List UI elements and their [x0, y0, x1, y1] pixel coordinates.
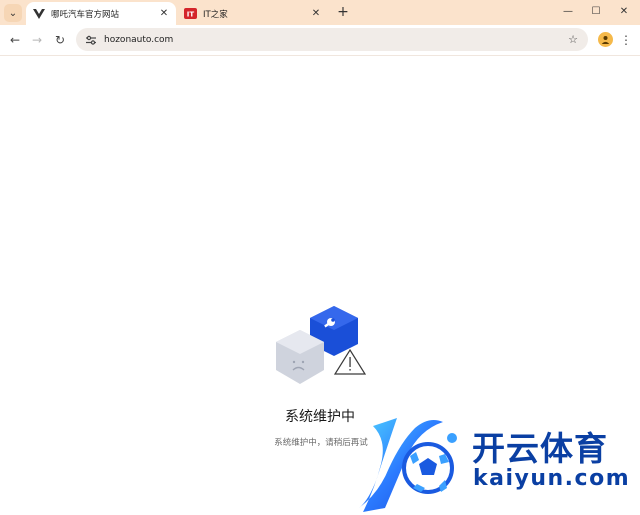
reload-icon: ↻: [54, 33, 66, 47]
minimize-button[interactable]: —: [555, 4, 581, 20]
forward-button[interactable]: →: [28, 31, 46, 49]
site-info-icon[interactable]: [84, 33, 98, 47]
maximize-button[interactable]: ☐: [583, 4, 609, 20]
browser-toolbar: ← → ↻ hozonauto.com ☆ ⋮: [0, 25, 640, 56]
ithome-badge-text: IT: [187, 11, 195, 19]
more-menu-button[interactable]: ⋮: [619, 31, 633, 49]
warning-icon: [333, 348, 367, 375]
watermark-domain-text: kaiyun.com: [473, 466, 631, 491]
arrow-left-icon: ←: [9, 33, 21, 47]
close-icon[interactable]: ✕: [158, 8, 170, 20]
watermark-chinese-text: 开云体育: [472, 429, 608, 468]
profile-avatar-button[interactable]: [598, 32, 613, 47]
tab-strip: ⌄ 哪吒汽车官方网站 ✕ IT IT之家 ✕ + — ☐ ✕: [0, 0, 640, 25]
kebab-menu-icon: ⋮: [620, 33, 632, 47]
arrow-right-icon: →: [31, 33, 43, 47]
maintenance-illustration: [276, 306, 367, 384]
close-icon[interactable]: ✕: [310, 8, 322, 20]
tab-title: IT之家: [203, 9, 228, 20]
back-button[interactable]: ←: [6, 31, 24, 49]
tab-ithome[interactable]: IT IT之家 ✕: [178, 2, 328, 25]
ithome-logo-icon: IT: [184, 7, 197, 20]
person-icon: [601, 36, 610, 44]
nezha-logo-icon: [32, 7, 45, 20]
tab-nezha[interactable]: 哪吒汽车官方网站 ✕: [26, 2, 176, 25]
soccer-ball-icon: [402, 442, 454, 494]
window-close-button[interactable]: ✕: [611, 4, 637, 20]
tab-title: 哪吒汽车官方网站: [51, 9, 120, 20]
reload-button[interactable]: ↻: [51, 31, 69, 49]
new-tab-button[interactable]: +: [334, 4, 352, 22]
address-bar[interactable]: hozonauto.com ☆: [76, 28, 588, 51]
chevron-down-icon: ⌄: [8, 7, 18, 19]
url-text[interactable]: hozonauto.com: [104, 35, 566, 45]
tab-search-button[interactable]: ⌄: [4, 4, 22, 22]
bookmark-star-icon[interactable]: ☆: [566, 33, 580, 47]
